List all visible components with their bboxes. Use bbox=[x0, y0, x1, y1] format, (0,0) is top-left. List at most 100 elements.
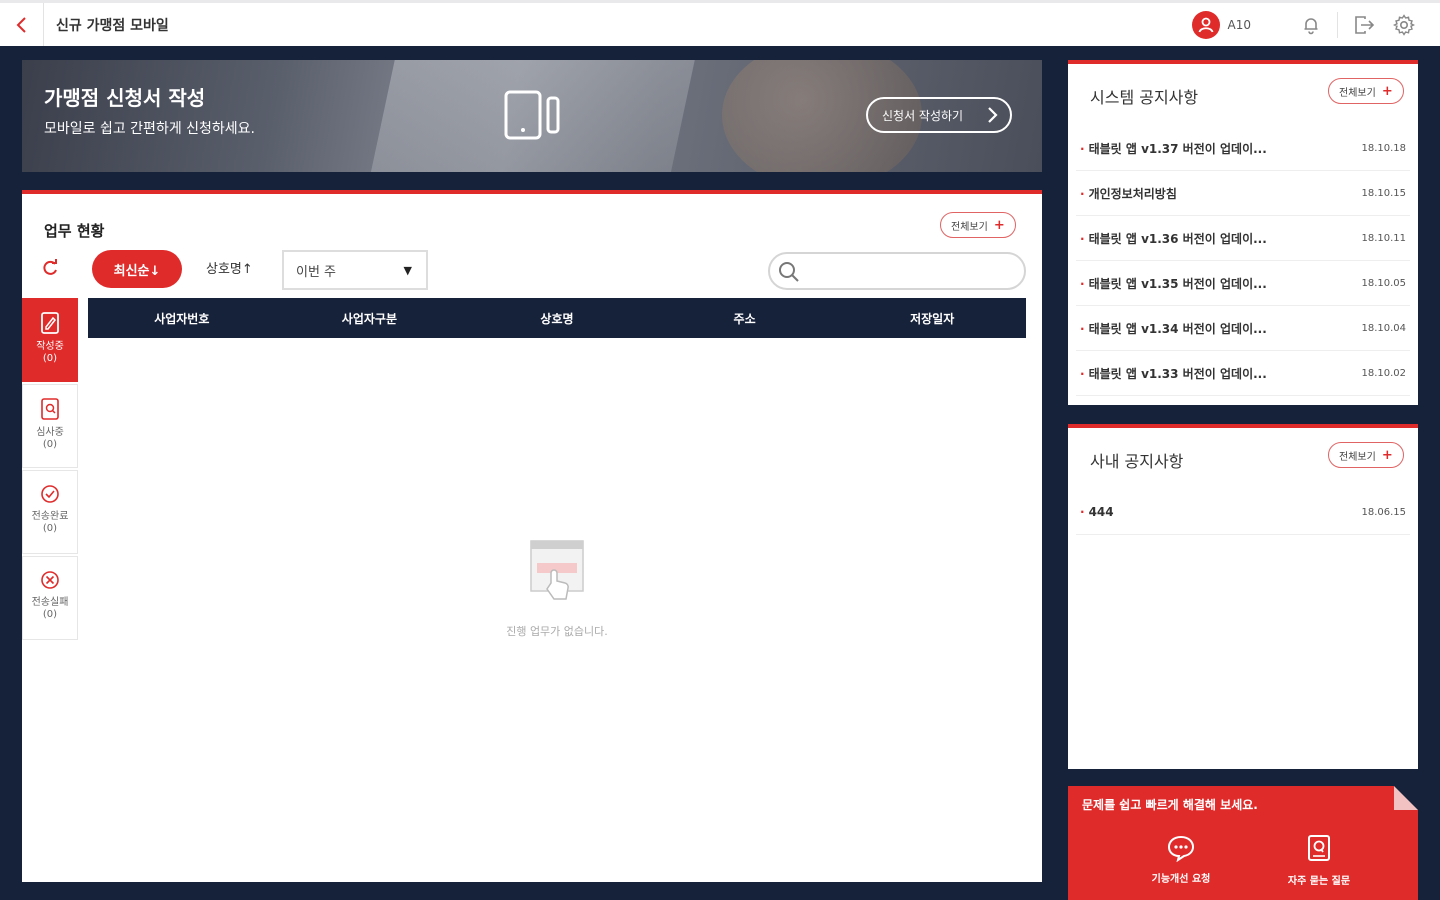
x-circle-icon bbox=[41, 571, 59, 589]
search-box[interactable] bbox=[768, 252, 1026, 290]
status-tab-count: (0) bbox=[42, 609, 58, 620]
top-bar: 신규 가맹점 모바일 A10 bbox=[0, 0, 1440, 46]
notice-item[interactable]: 개인정보처리방침 18.10.15 bbox=[1076, 171, 1410, 216]
banner-subtitle: 모바일로 쉽고 간편하게 신청하세요. bbox=[44, 121, 255, 137]
notice-item[interactable]: 태블릿 앱 v1.34 버전이 업데이... 18.10.04 bbox=[1076, 306, 1410, 351]
notice-title: 태블릿 앱 v1.37 버전이 업데이... bbox=[1080, 140, 1267, 157]
column-business-number[interactable]: 사업자번호 bbox=[88, 310, 276, 327]
faq-book-icon bbox=[1308, 835, 1330, 861]
caret-down-icon: ▼ bbox=[403, 264, 412, 277]
column-saved-date[interactable]: 저장일자 bbox=[838, 310, 1026, 327]
notice-date: 18.10.11 bbox=[1361, 232, 1406, 244]
status-tab-sent[interactable]: 전송완료 (0) bbox=[22, 470, 78, 554]
user-avatar-icon bbox=[1191, 10, 1220, 39]
work-view-all-button[interactable]: 전체보기 + bbox=[940, 212, 1016, 238]
notice-date: 18.06.15 bbox=[1361, 506, 1406, 518]
column-store-name[interactable]: 상호명 bbox=[463, 310, 651, 327]
notice-date: 18.10.05 bbox=[1361, 277, 1406, 289]
plus-icon: + bbox=[993, 217, 1005, 233]
notice-item[interactable]: 태블릿 앱 v1.36 버전이 업데이... 18.10.11 bbox=[1076, 216, 1410, 261]
status-tabs: 작성중 (0) 심사중 (0) 전송완료 (0) 전송실패 (0) bbox=[22, 298, 78, 642]
status-tab-count: (0) bbox=[42, 353, 58, 364]
status-tab-label: 심사중 bbox=[36, 427, 64, 438]
banner-title: 가맹점 신청서 작성 bbox=[44, 86, 206, 110]
sort-name-button[interactable]: 상호명↑ bbox=[206, 258, 253, 277]
table-header: 사업자번호 사업자구분 상호명 주소 저장일자 bbox=[88, 298, 1026, 338]
status-tab-failed[interactable]: 전송실패 (0) bbox=[22, 556, 78, 640]
period-select[interactable]: 이번 주 ▼ bbox=[282, 250, 428, 290]
empty-state-text: 진행 업무가 없습니다. bbox=[506, 625, 608, 638]
notice-item[interactable]: 444 18.06.15 bbox=[1076, 490, 1410, 535]
refresh-icon[interactable] bbox=[40, 258, 60, 278]
status-tab-count: (0) bbox=[42, 439, 58, 450]
notice-title: 444 bbox=[1080, 505, 1114, 519]
internal-notice-list: 444 18.06.15 bbox=[1076, 490, 1410, 535]
system-notice-list: 태블릿 앱 v1.37 버전이 업데이... 18.10.18 개인정보처리방침 1… bbox=[1076, 126, 1410, 396]
status-tab-count: (0) bbox=[42, 523, 58, 534]
sort-latest-button[interactable]: 최신순↓ bbox=[92, 250, 182, 288]
column-address[interactable]: 주소 bbox=[651, 310, 839, 327]
app-title: 신규 가맹점 모바일 bbox=[56, 17, 169, 34]
period-value: 이번 주 bbox=[296, 264, 337, 280]
plus-icon: + bbox=[1381, 83, 1393, 99]
notice-title: 태블릿 앱 v1.33 버전이 업데이... bbox=[1080, 365, 1267, 382]
edit-document-icon bbox=[41, 312, 59, 334]
application-banner: 가맹점 신청서 작성 모바일로 쉽고 간편하게 신청하세요. 신청서 작성하기 bbox=[22, 60, 1042, 172]
column-business-type[interactable]: 사업자구분 bbox=[276, 310, 464, 327]
tablet-phone-icon bbox=[504, 90, 560, 140]
gear-icon bbox=[1393, 13, 1415, 36]
empty-state: 진행 업무가 없습니다. bbox=[492, 539, 622, 639]
search-input[interactable] bbox=[806, 260, 1006, 282]
status-tab-review[interactable]: 심사중 (0) bbox=[22, 384, 78, 468]
user-profile[interactable]: A10 bbox=[1191, 10, 1251, 39]
system-notice-title: 시스템 공지사항 bbox=[1090, 88, 1199, 107]
check-circle-icon bbox=[41, 485, 59, 503]
write-application-label: 신청서 작성하기 bbox=[882, 108, 964, 123]
feature-request-label: 기능개선 요청 bbox=[1151, 874, 1211, 885]
empty-touch-icon bbox=[530, 540, 584, 600]
system-notice-panel: 시스템 공지사항 전체보기 + 태블릿 앱 v1.37 버전이 업데이... 18.… bbox=[1068, 60, 1418, 405]
notice-title: 태블릿 앱 v1.36 버전이 업데이... bbox=[1080, 230, 1267, 247]
feature-request-button[interactable]: 기능개선 요청 bbox=[1136, 834, 1226, 885]
system-notice-view-all-button[interactable]: 전체보기 + bbox=[1328, 78, 1404, 104]
status-tab-writing[interactable]: 작성중 (0) bbox=[22, 298, 78, 382]
help-panel: 문제를 쉽고 빠르게 해결해 보세요. 기능개선 요청 자주 묻는 질문 bbox=[1068, 786, 1418, 900]
settings-button[interactable] bbox=[1384, 3, 1424, 46]
notice-date: 18.10.15 bbox=[1361, 187, 1406, 199]
internal-notice-view-all-label: 전체보기 bbox=[1339, 451, 1376, 463]
faq-button[interactable]: 자주 묻는 질문 bbox=[1274, 834, 1364, 887]
logout-icon bbox=[1355, 15, 1375, 34]
notice-item[interactable]: 태블릿 앱 v1.33 버전이 업데이... 18.10.02 bbox=[1076, 351, 1410, 396]
faq-label: 자주 묻는 질문 bbox=[1287, 876, 1351, 887]
notice-item[interactable]: 태블릿 앱 v1.37 버전이 업데이... 18.10.18 bbox=[1076, 126, 1410, 171]
write-application-button[interactable]: 신청서 작성하기 bbox=[866, 97, 1012, 133]
notice-title: 개인정보처리방침 bbox=[1080, 185, 1177, 202]
system-notice-view-all-label: 전체보기 bbox=[1339, 87, 1376, 99]
chevron-left-icon bbox=[16, 16, 26, 33]
internal-notice-panel: 사내 공지사항 전체보기 + 444 18.06.15 bbox=[1068, 424, 1418, 769]
notice-item[interactable]: 태블릿 앱 v1.35 버전이 업데이... 18.10.05 bbox=[1076, 261, 1410, 306]
status-tab-label: 작성중 bbox=[36, 341, 64, 352]
notice-date: 18.10.18 bbox=[1361, 142, 1406, 154]
internal-notice-view-all-button[interactable]: 전체보기 + bbox=[1328, 442, 1404, 468]
search-icon bbox=[779, 262, 799, 282]
document-search-icon bbox=[41, 398, 59, 420]
notification-button[interactable] bbox=[1291, 3, 1331, 46]
internal-notice-title: 사내 공지사항 bbox=[1090, 452, 1184, 471]
page-fold-decoration bbox=[1394, 786, 1418, 810]
work-view-all-label: 전체보기 bbox=[951, 221, 988, 233]
notice-date: 18.10.04 bbox=[1361, 322, 1406, 334]
chat-bubble-icon bbox=[1167, 835, 1195, 862]
plus-icon: + bbox=[1381, 447, 1393, 463]
logout-button[interactable] bbox=[1344, 3, 1384, 46]
notice-title: 태블릿 앱 v1.34 버전이 업데이... bbox=[1080, 320, 1267, 337]
notice-date: 18.10.02 bbox=[1361, 367, 1406, 379]
notice-title: 태블릿 앱 v1.35 버전이 업데이... bbox=[1080, 275, 1267, 292]
divider bbox=[1337, 11, 1338, 38]
status-tab-label: 전송실패 bbox=[31, 597, 69, 608]
back-button[interactable] bbox=[0, 3, 44, 46]
help-text: 문제를 쉽고 빠르게 해결해 보세요. bbox=[1082, 798, 1258, 812]
chevron-right-icon bbox=[988, 107, 998, 123]
work-status-panel: 업무 현황 전체보기 + 최신순↓ 상호명↑ 이번 주 ▼ 작성중 (0) 심사중(… bbox=[22, 190, 1042, 882]
status-tab-label: 전송완료 bbox=[31, 511, 69, 522]
